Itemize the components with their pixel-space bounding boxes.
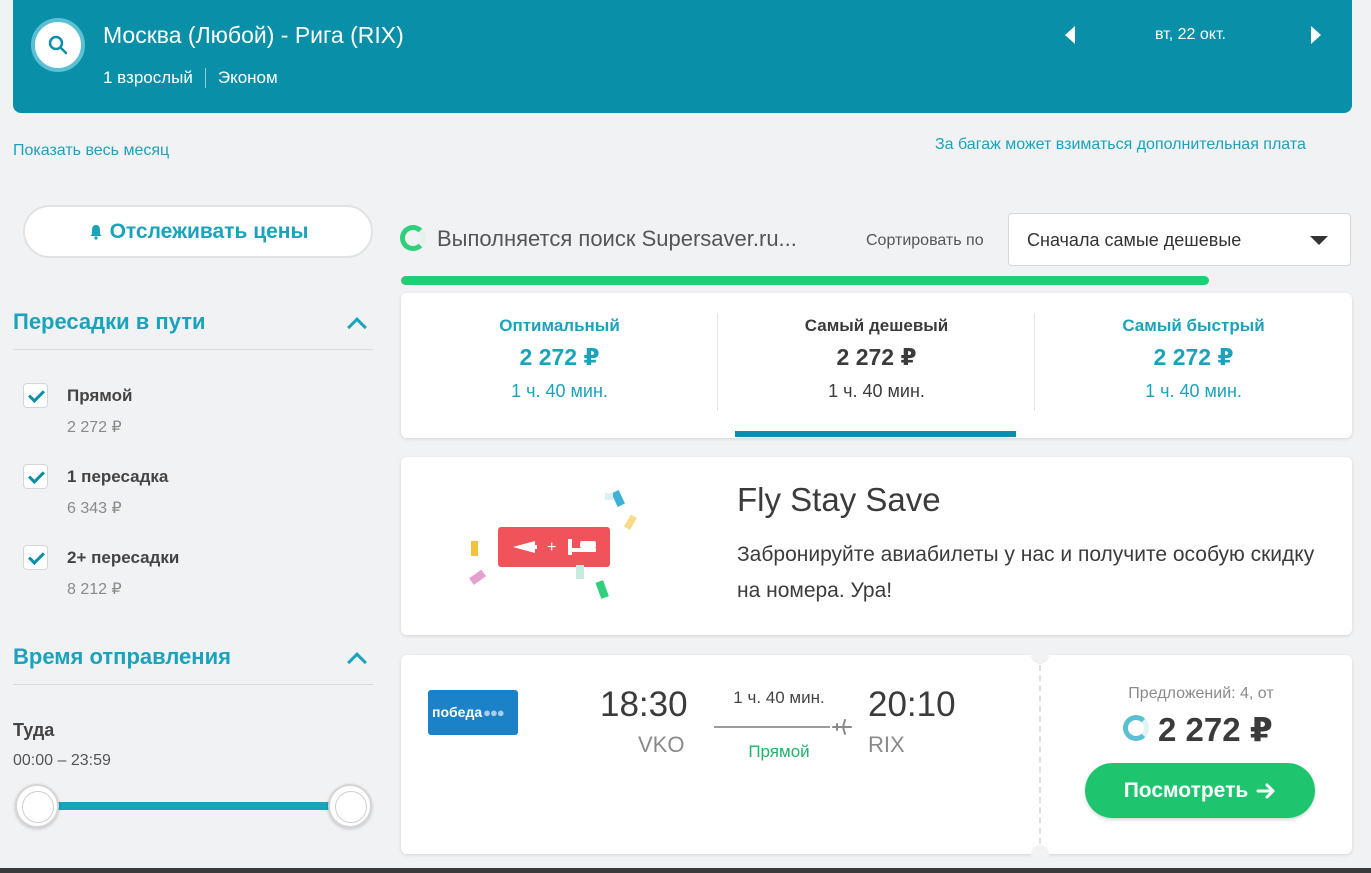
tab-duration: 1 ч. 40 мин. xyxy=(1145,381,1242,401)
tab-price: 2 272 ₽ xyxy=(1153,344,1234,370)
tab-fastest[interactable]: Самый быстрый 2 272 ₽ 1 ч. 40 мин. xyxy=(1035,293,1352,438)
active-tab-indicator xyxy=(735,431,1016,437)
promo-text: Забронируйте авиабилеты у нас и получите… xyxy=(737,543,1315,602)
view-flight-button[interactable]: Посмотреть xyxy=(1085,763,1315,818)
tab-price: 2 272 ₽ xyxy=(836,344,917,370)
departure-time: 18:30 xyxy=(600,685,688,724)
divider xyxy=(204,68,206,88)
arrival-time: 20:10 xyxy=(868,685,956,724)
track-prices-label: Отслеживать цены xyxy=(109,219,309,243)
stops-filter-title[interactable]: Пересадки в пути xyxy=(13,309,206,335)
checkbox-two-plus-stops[interactable] xyxy=(23,545,48,570)
divider xyxy=(1039,655,1041,854)
view-button-label: Посмотреть xyxy=(1123,778,1249,802)
divider xyxy=(13,684,373,685)
passengers-label: 1 взрослый xyxy=(103,68,193,87)
route-title[interactable]: Москва (Любой) - Рига (RIX) xyxy=(103,22,404,49)
svg-text:+: + xyxy=(547,539,556,556)
stop-option-price: 8 212 ₽ xyxy=(67,581,122,598)
flight-result-card[interactable]: победа●●● 18:30 VKO 1 ч. 40 мин. Прямой … xyxy=(401,646,1352,863)
promo-title: Fly Stay Save xyxy=(737,481,941,518)
stop-option-label[interactable]: 1 пересадка xyxy=(67,467,168,487)
tab-cheapest[interactable]: Самый дешевый 2 272 ₽ 1 ч. 40 мин. xyxy=(718,293,1035,438)
loading-spinner-icon xyxy=(1123,715,1149,741)
loading-spinner-icon xyxy=(400,225,426,251)
bell-icon xyxy=(90,224,102,240)
stops-label: Прямой xyxy=(748,742,810,761)
next-date-icon[interactable] xyxy=(1311,26,1321,44)
sort-value: Сначала самые дешевые xyxy=(1027,230,1242,250)
time-slider-track[interactable] xyxy=(37,802,350,810)
logo-dots-icon: ●●● xyxy=(483,705,505,720)
chevron-up-icon[interactable] xyxy=(347,317,367,337)
result-tabs: Оптимальный 2 272 ₽ 1 ч. 40 мин. Самый д… xyxy=(401,293,1352,438)
search-icon xyxy=(48,35,68,55)
tab-duration: 1 ч. 40 мин. xyxy=(511,381,608,401)
tab-duration: 1 ч. 40 мин. xyxy=(828,381,925,401)
tab-price: 2 272 ₽ xyxy=(519,344,600,370)
search-button[interactable] xyxy=(31,18,85,72)
route-line xyxy=(714,726,830,728)
departure-filter-title[interactable]: Время отправления xyxy=(13,644,231,670)
flight-duration: 1 ч. 40 мин. xyxy=(733,688,825,707)
checkbox-one-stop[interactable] xyxy=(23,464,48,489)
plane-icon xyxy=(832,719,852,735)
slider-handle-end[interactable] xyxy=(328,784,372,828)
slider-handle-start[interactable] xyxy=(15,784,59,828)
date-label[interactable]: вт, 22 окт. xyxy=(1113,26,1268,44)
offers-count: Предложений: 4, от xyxy=(1128,685,1274,702)
route-details[interactable]: 1 взрослый Эконом xyxy=(103,68,278,88)
baggage-notice-link[interactable]: За багаж может взиматься дополнительная … xyxy=(935,136,1306,154)
dropdown-arrow-icon xyxy=(1310,236,1328,245)
tab-label: Самый быстрый xyxy=(1122,316,1265,335)
search-header: Москва (Любой) - Рига (RIX) 1 взрослый Э… xyxy=(13,0,1352,113)
tab-optimal[interactable]: Оптимальный 2 272 ₽ 1 ч. 40 мин. xyxy=(401,293,718,438)
stop-option-price: 2 272 ₽ xyxy=(67,419,122,436)
flight-price: 2 272 ₽ xyxy=(1158,711,1273,748)
stop-option-price: 6 343 ₽ xyxy=(67,500,122,517)
search-status: Выполняется поиск Supersaver.ru... xyxy=(437,226,797,251)
flight-hotel-illustration: + xyxy=(469,489,637,599)
departure-range: 00:00 – 23:59 xyxy=(13,752,111,769)
ticket-notch xyxy=(1031,845,1049,863)
sort-label: Сортировать по xyxy=(866,232,984,249)
cabin-label: Эконом xyxy=(217,68,278,87)
sort-select[interactable]: Сначала самые дешевые xyxy=(1008,213,1351,266)
promo-banner[interactable]: + Fly Stay Save Забронируйте авиабилеты … xyxy=(401,457,1352,635)
page-bottom-edge xyxy=(0,868,1371,873)
departure-airport: VKO xyxy=(638,732,685,757)
checkbox-direct[interactable] xyxy=(23,383,48,408)
ticket-notch xyxy=(1031,646,1049,664)
stop-option-label[interactable]: 2+ пересадки xyxy=(67,548,179,568)
tab-label: Оптимальный xyxy=(499,316,620,335)
previous-date-icon[interactable] xyxy=(1065,26,1075,44)
divider xyxy=(13,349,373,350)
stop-option-label[interactable]: Прямой xyxy=(67,386,133,406)
show-month-link[interactable]: Показать весь месяц xyxy=(13,142,169,160)
airline-name: победа xyxy=(432,704,483,720)
arrival-airport: RIX xyxy=(868,732,905,757)
search-progress-bar xyxy=(401,276,1209,285)
airline-logo: победа●●● xyxy=(428,690,518,735)
tab-label: Самый дешевый xyxy=(804,316,949,335)
track-prices-button[interactable]: Отслеживать цены xyxy=(23,205,373,258)
arrow-right-icon xyxy=(1256,783,1275,798)
chevron-up-icon[interactable] xyxy=(347,652,367,672)
departure-direction: Туда xyxy=(13,720,55,740)
